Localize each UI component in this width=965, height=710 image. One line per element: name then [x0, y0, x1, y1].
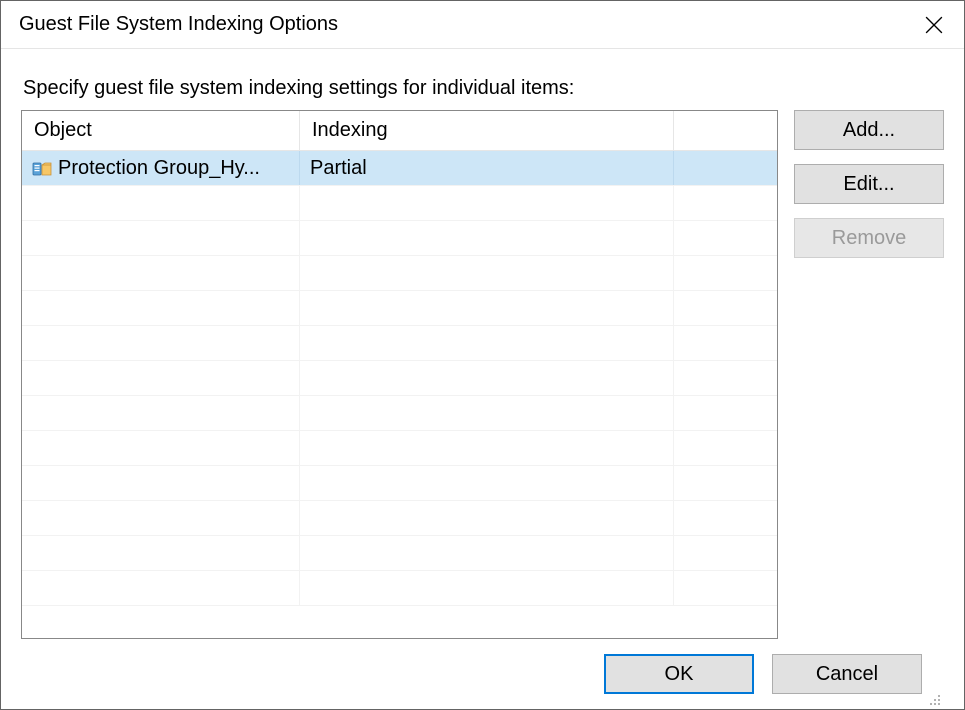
close-icon	[925, 16, 943, 34]
table-row[interactable]	[22, 536, 777, 571]
cell-object	[22, 291, 300, 325]
add-button[interactable]: Add...	[794, 110, 944, 150]
table-row[interactable]	[22, 326, 777, 361]
cell-object	[22, 536, 300, 570]
cell-indexing	[300, 221, 674, 255]
items-table[interactable]: Object Indexing Protection Group_Hy... Pa…	[21, 110, 778, 639]
cell-indexing	[300, 291, 674, 325]
dialog-window: Guest File System Indexing Options Speci…	[0, 0, 965, 710]
resize-grip-icon[interactable]	[927, 692, 941, 706]
cell-object	[22, 186, 300, 220]
column-header-object[interactable]: Object	[22, 111, 300, 150]
cell-spacer	[674, 186, 777, 220]
table-row[interactable]	[22, 221, 777, 256]
column-header-indexing[interactable]: Indexing	[300, 111, 674, 150]
cell-object	[22, 571, 300, 605]
close-button[interactable]	[904, 1, 964, 49]
cancel-button[interactable]: Cancel	[772, 654, 922, 694]
column-header-spacer	[674, 111, 777, 150]
cell-object: Protection Group_Hy...	[22, 151, 300, 185]
table-row[interactable]	[22, 501, 777, 536]
cell-spacer	[674, 326, 777, 360]
cell-spacer	[674, 396, 777, 430]
table-row[interactable]	[22, 571, 777, 606]
cell-indexing	[300, 536, 674, 570]
cell-spacer	[674, 571, 777, 605]
titlebar: Guest File System Indexing Options	[1, 1, 964, 49]
cell-spacer	[674, 431, 777, 465]
table-row[interactable]	[22, 361, 777, 396]
cell-indexing	[300, 431, 674, 465]
table-body: Protection Group_Hy... Partial	[22, 151, 777, 638]
cell-spacer	[674, 466, 777, 500]
cell-spacer	[674, 291, 777, 325]
object-label: Protection Group_Hy...	[58, 157, 260, 180]
edit-button[interactable]: Edit...	[794, 164, 944, 204]
table-row[interactable]	[22, 431, 777, 466]
cell-object	[22, 396, 300, 430]
table-row[interactable]	[22, 466, 777, 501]
cell-spacer	[674, 151, 777, 185]
table-row[interactable]	[22, 256, 777, 291]
cell-indexing	[300, 186, 674, 220]
cell-indexing: Partial	[300, 151, 674, 185]
cell-spacer	[674, 221, 777, 255]
cell-indexing	[300, 361, 674, 395]
table-row[interactable]	[22, 186, 777, 221]
cell-indexing	[300, 501, 674, 535]
cell-spacer	[674, 256, 777, 290]
cell-spacer	[674, 536, 777, 570]
instruction-label: Specify guest file system indexing setti…	[23, 77, 940, 100]
ok-button[interactable]: OK	[604, 654, 754, 694]
cell-spacer	[674, 361, 777, 395]
cell-object	[22, 326, 300, 360]
side-button-stack: Add... Edit... Remove	[794, 110, 944, 639]
protection-group-icon	[32, 158, 52, 178]
indexing-label: Partial	[310, 157, 367, 180]
cell-object	[22, 466, 300, 500]
remove-button[interactable]: Remove	[794, 218, 944, 258]
cell-object	[22, 256, 300, 290]
cell-object	[22, 501, 300, 535]
cell-indexing	[300, 466, 674, 500]
cell-spacer	[674, 501, 777, 535]
table-header: Object Indexing	[22, 111, 777, 151]
client-area: Specify guest file system indexing setti…	[1, 49, 964, 709]
table-row[interactable]	[22, 396, 777, 431]
cell-indexing	[300, 326, 674, 360]
cell-object	[22, 221, 300, 255]
cell-object	[22, 361, 300, 395]
table-row[interactable]	[22, 291, 777, 326]
table-row[interactable]: Protection Group_Hy... Partial	[22, 151, 777, 186]
cell-indexing	[300, 571, 674, 605]
dialog-footer: OK Cancel	[21, 639, 944, 709]
cell-object	[22, 431, 300, 465]
cell-indexing	[300, 256, 674, 290]
dialog-title: Guest File System Indexing Options	[19, 13, 904, 36]
cell-indexing	[300, 396, 674, 430]
body-row: Object Indexing Protection Group_Hy... Pa…	[21, 110, 944, 639]
